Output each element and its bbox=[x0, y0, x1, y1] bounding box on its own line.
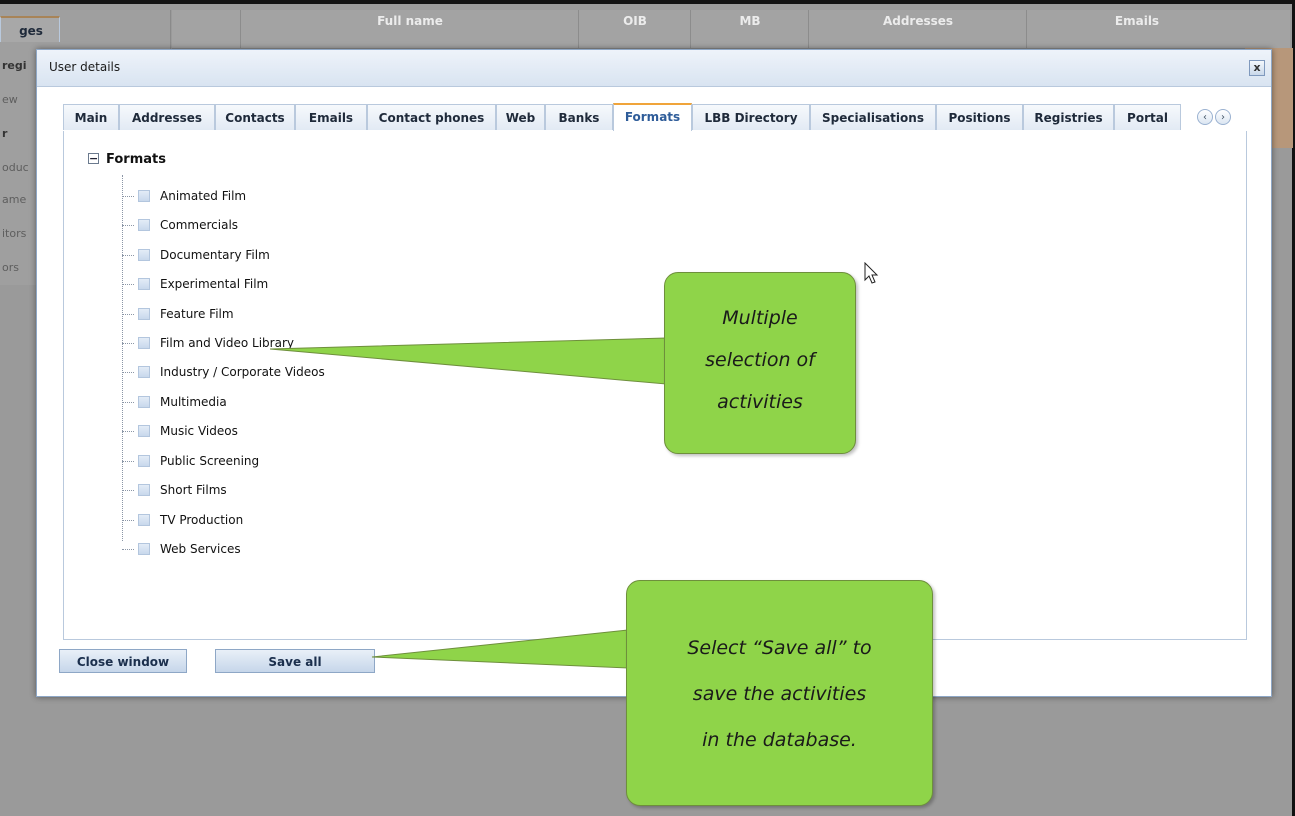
background-column-header: Full name bbox=[240, 10, 579, 48]
tree-item[interactable]: Industry / Corporate Videos bbox=[122, 362, 422, 382]
tree-root-label: Formats bbox=[106, 152, 166, 167]
tree-branch-line bbox=[122, 343, 134, 344]
tab-portal[interactable]: Portal bbox=[1114, 104, 1181, 130]
callout-line: selection of bbox=[705, 349, 815, 371]
checkbox[interactable] bbox=[138, 484, 150, 496]
tree-item[interactable]: TV Production bbox=[122, 510, 422, 530]
checkbox[interactable] bbox=[138, 308, 150, 320]
tree-item-label: Web Services bbox=[160, 542, 241, 556]
callout-line: Select “Save all” to bbox=[687, 637, 872, 659]
tree-item[interactable]: Experimental Film bbox=[122, 274, 422, 294]
callout-line: in the database. bbox=[702, 729, 857, 751]
tree-branch-line bbox=[122, 549, 134, 550]
tree-item[interactable]: Film and Video Library bbox=[122, 333, 422, 353]
close-window-button[interactable]: Close window bbox=[59, 649, 187, 673]
tree-branch-line bbox=[122, 402, 134, 403]
close-window-icon[interactable]: x bbox=[1249, 60, 1265, 76]
tab-scroll-left-icon[interactable]: ‹ bbox=[1197, 109, 1213, 125]
checkbox[interactable] bbox=[138, 514, 150, 526]
callout-line: Multiple bbox=[722, 307, 798, 329]
tab-addresses[interactable]: Addresses bbox=[119, 104, 215, 130]
tree-item-label: Multimedia bbox=[160, 395, 227, 409]
tree-item-label: Industry / Corporate Videos bbox=[160, 365, 325, 379]
background-grid-header: Full name OIB MB Addresses Emails bbox=[172, 10, 1290, 49]
tree-branch-line bbox=[122, 372, 134, 373]
tree-branch-line bbox=[122, 196, 134, 197]
checkbox[interactable] bbox=[138, 219, 150, 231]
tree-item[interactable]: Commercials bbox=[122, 215, 422, 235]
tree-branch-line bbox=[122, 255, 134, 256]
background-column-header: Emails bbox=[1026, 10, 1247, 48]
tree-item[interactable]: Animated Film bbox=[122, 186, 422, 206]
tab-registries[interactable]: Registries bbox=[1023, 104, 1114, 130]
tab-strip: Main Addresses Contacts Emails Contact p… bbox=[63, 101, 1247, 132]
tab-positions[interactable]: Positions bbox=[936, 104, 1023, 130]
tree-item-label: Documentary Film bbox=[160, 248, 270, 262]
formats-tab-panel: − Formats Animated Film Commercials Docu… bbox=[63, 131, 1247, 640]
background-column-header: MB bbox=[690, 10, 809, 48]
tab-contact-phones[interactable]: Contact phones bbox=[367, 104, 496, 130]
tree-branch-line bbox=[122, 284, 134, 285]
tree-item-label: Public Screening bbox=[160, 454, 260, 468]
background-sidebar-item: ges bbox=[0, 16, 60, 42]
mouse-cursor-icon bbox=[864, 262, 879, 284]
top-border bbox=[0, 0, 1295, 4]
callout-line: save the activities bbox=[692, 683, 867, 705]
tree-item-label: Film and Video Library bbox=[160, 336, 294, 350]
tree-item[interactable]: Music Videos bbox=[122, 421, 422, 441]
collapse-icon[interactable]: − bbox=[88, 153, 99, 164]
window-title: User details bbox=[49, 60, 121, 74]
tree-item-label: Experimental Film bbox=[160, 277, 269, 291]
checkbox[interactable] bbox=[138, 396, 150, 408]
tree-branch-line bbox=[122, 225, 134, 226]
tab-main[interactable]: Main bbox=[63, 104, 119, 130]
checkbox[interactable] bbox=[138, 337, 150, 349]
background-column-header: OIB bbox=[578, 10, 691, 48]
checkbox[interactable] bbox=[138, 543, 150, 555]
checkbox[interactable] bbox=[138, 366, 150, 378]
tab-web[interactable]: Web bbox=[496, 104, 545, 130]
tab-scroll-right-icon[interactable]: › bbox=[1215, 109, 1231, 125]
tree-branch-line bbox=[122, 431, 134, 432]
checkbox[interactable] bbox=[138, 190, 150, 202]
tab-formats[interactable]: Formats bbox=[613, 103, 692, 131]
checkbox[interactable] bbox=[138, 425, 150, 437]
background-column-header: Addresses bbox=[808, 10, 1027, 48]
tree-item[interactable]: Public Screening bbox=[122, 451, 422, 471]
tree-item-label: TV Production bbox=[160, 513, 244, 527]
tree-item[interactable]: Documentary Film bbox=[122, 245, 422, 265]
tree-branch-line bbox=[122, 520, 134, 521]
callout-save-all: Select “Save all” to save the activities… bbox=[626, 580, 933, 806]
tree-item[interactable]: Feature Film bbox=[122, 304, 422, 324]
tree-item-label: Animated Film bbox=[160, 189, 247, 203]
callout-multiple-selection: Multiple selection of activities bbox=[664, 272, 856, 454]
window-header: User details x bbox=[37, 50, 1271, 87]
tree-branch-line bbox=[122, 314, 134, 315]
tree-branch-line bbox=[122, 461, 134, 462]
callout-line: activities bbox=[717, 391, 803, 413]
tree-item-label: Commercials bbox=[160, 218, 239, 232]
checkbox[interactable] bbox=[138, 278, 150, 290]
tab-banks[interactable]: Banks bbox=[545, 104, 613, 130]
tree-item[interactable]: Web Services bbox=[122, 539, 422, 559]
tree-item[interactable]: Multimedia bbox=[122, 392, 422, 412]
checkbox[interactable] bbox=[138, 249, 150, 261]
tab-contacts[interactable]: Contacts bbox=[215, 104, 295, 130]
tab-specialisations[interactable]: Specialisations bbox=[810, 104, 936, 130]
save-all-button[interactable]: Save all bbox=[215, 649, 375, 673]
tab-lbb-directory[interactable]: LBB Directory bbox=[692, 104, 810, 130]
tree-item-label: Short Films bbox=[160, 483, 227, 497]
checkbox[interactable] bbox=[138, 455, 150, 467]
tree-branch-line bbox=[122, 490, 134, 491]
tree-item-label: Music Videos bbox=[160, 424, 238, 438]
tree-item-label: Feature Film bbox=[160, 307, 234, 321]
tree-item[interactable]: Short Films bbox=[122, 480, 422, 500]
tab-emails[interactable]: Emails bbox=[295, 104, 367, 130]
